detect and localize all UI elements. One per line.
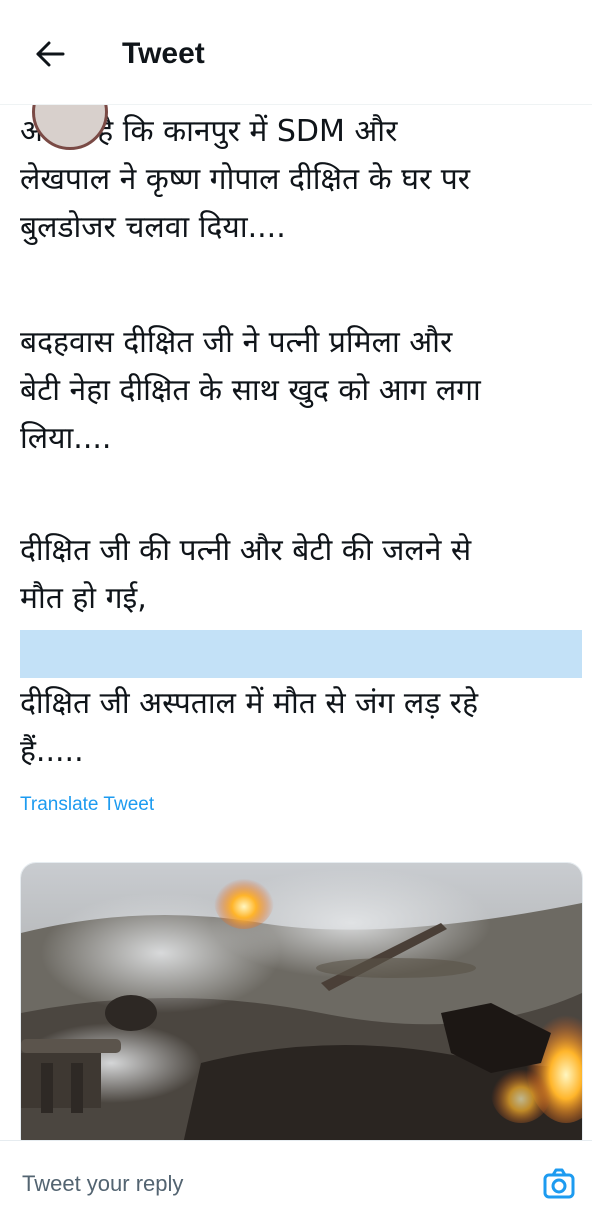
reply-input[interactable]: Tweet your reply <box>22 1171 183 1197</box>
reply-bar: Tweet your reply <box>0 1140 592 1201</box>
page-title: Tweet <box>122 37 205 70</box>
translate-tweet-link[interactable]: Translate Tweet <box>20 794 154 816</box>
selection-highlight <box>20 630 582 678</box>
tweet-paragraph-2: बदहवास दीक्षित जी ने पत्नी प्रमिला और बे… <box>20 325 481 456</box>
back-button[interactable] <box>30 34 70 74</box>
tweet-paragraph-3: दीक्षित जी की पत्नी और बेटी की जलने से म… <box>20 533 472 616</box>
camera-button[interactable] <box>541 1165 577 1201</box>
camera-icon <box>543 1168 575 1199</box>
arrow-left-icon <box>36 41 65 67</box>
tweet-paragraph-4: दीक्षित जी अस्पताल में मौत से जंग लड़ रह… <box>20 686 479 769</box>
photo-burning-debris <box>21 863 582 1153</box>
top-app-bar: Tweet <box>0 0 592 105</box>
tweet-photo[interactable] <box>20 862 583 1154</box>
